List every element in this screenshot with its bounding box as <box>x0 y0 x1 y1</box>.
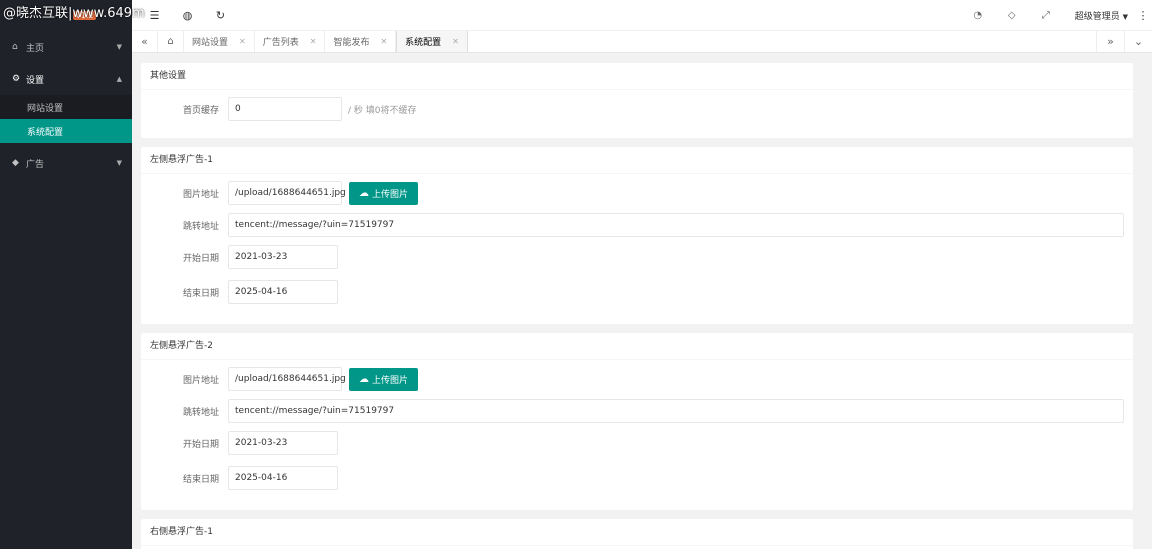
field-label: 结束日期 <box>182 474 219 485</box>
input-value: /upload/1688644651.jpg <box>235 188 346 198</box>
sidebar-item-label: 设置 <box>26 75 45 86</box>
fullscreen-icon[interactable]: ⤢ <box>1029 10 1063 21</box>
sidebar-item-site-settings[interactable]: 网站设置 <box>0 95 132 119</box>
theme-icon[interactable]: ◔ <box>961 10 995 21</box>
sidebar-item-label: 主页 <box>26 43 45 54</box>
sidebar-item-label: 广告 <box>26 159 45 170</box>
link-url-input[interactable]: tencent://message/?uin=71519797 <box>228 399 1124 423</box>
sidebar-item-system-config[interactable]: 系统配置 <box>0 119 132 143</box>
tab-ad-list[interactable]: 广告列表 ✕ <box>255 31 326 52</box>
user-menu[interactable]: 超级管理员 ▼ <box>1063 9 1134 22</box>
chevron-up-icon: ▲ <box>116 75 122 83</box>
tab-label: 系统配置 <box>405 38 442 48</box>
chevron-down-icon: ▼ <box>116 159 122 167</box>
field-label: 首页缓存 <box>182 105 219 116</box>
close-icon[interactable]: ✕ <box>239 37 246 46</box>
field-label: 跳转地址 <box>182 221 219 232</box>
start-date-input[interactable]: 2021-03-23 <box>228 431 338 455</box>
home-icon: ⌂ <box>12 42 18 52</box>
sidebar: ____________ v1.2 ⌂ 主页 ▼ ⚙ 设置 ▲ 网站设置 系统配… <box>0 0 132 549</box>
field-label: 图片地址 <box>182 189 219 200</box>
card-title: 右侧悬浮广告-1 <box>141 519 1133 546</box>
upload-image-button[interactable]: ☁ 上传图片 <box>349 367 419 391</box>
field-label: 跳转地址 <box>182 407 219 418</box>
tabs-scroll-left-icon[interactable]: « <box>132 31 158 52</box>
field-label: 开始日期 <box>182 253 219 264</box>
main-content: 其他设置 首页缓存 0 / 秒 填0将不缓存 左侧悬浮广告-1 图片地址 /up… <box>132 54 1152 549</box>
gear-icon: ⚙ <box>12 74 21 84</box>
caret-down-icon: ▼ <box>1122 12 1128 21</box>
other-settings-card: 其他设置 首页缓存 0 / 秒 填0将不缓存 <box>141 63 1133 138</box>
settings-submenu: 网站设置 系统配置 <box>0 95 132 143</box>
end-date-input[interactable]: 2025-04-16 <box>228 466 338 490</box>
sidebar-item-settings[interactable]: ⚙ 设置 ▲ <box>0 63 132 95</box>
tab-bar: « ⌂ 网站设置 ✕ 广告列表 ✕ 智能发布 ✕ 系统配置 ✕ » ⌄ <box>132 31 1152 53</box>
diamond-icon: ◆ <box>12 158 19 168</box>
image-url-input[interactable]: /upload/1688644651.jpg <box>228 367 346 391</box>
cache-hint: / 秒 填0将不缓存 <box>348 105 417 116</box>
tab-label: 广告列表 <box>262 38 299 48</box>
tabs-scroll-right-icon[interactable]: » <box>1096 31 1124 52</box>
close-icon[interactable]: ✕ <box>380 37 387 46</box>
input-value: tencent://message/?uin=71519797 <box>235 220 395 230</box>
input-value: /upload/1688644651.jpg <box>235 374 346 384</box>
close-icon[interactable]: ✕ <box>452 37 459 46</box>
tab-label: 智能发布 <box>333 38 370 48</box>
homepage-cache-input[interactable]: 0 <box>228 97 342 121</box>
upload-image-button[interactable]: ☁ 上传图片 <box>349 181 419 205</box>
button-label: 上传图片 <box>372 375 409 386</box>
left-ad-1-card: 左侧悬浮广告-1 图片地址 /upload/1688644651.jpg ☁ 上传… <box>141 147 1133 324</box>
field-label: 开始日期 <box>182 439 219 450</box>
card-title: 左侧悬浮广告-2 <box>141 333 1133 360</box>
right-ad-1-card: 右侧悬浮广告-1 <box>141 519 1133 549</box>
sidebar-item-home[interactable]: ⌂ 主页 ▼ <box>0 31 132 63</box>
more-icon[interactable]: ⋮ <box>1134 9 1152 22</box>
globe-icon[interactable]: ◍ <box>171 9 204 22</box>
card-title: 其他设置 <box>141 63 1133 90</box>
chevron-down-icon: ▼ <box>116 43 122 51</box>
input-value: 2021-03-23 <box>235 252 288 262</box>
close-icon[interactable]: ✕ <box>310 37 317 46</box>
link-url-input[interactable]: tencent://message/?uin=71519797 <box>228 213 1124 237</box>
input-value: 0 <box>235 104 241 114</box>
tab-site-settings[interactable]: 网站设置 ✕ <box>184 31 255 52</box>
tag-icon[interactable]: ◇ <box>995 10 1029 21</box>
start-date-input[interactable]: 2021-03-23 <box>228 245 338 269</box>
input-value: tencent://message/?uin=71519797 <box>235 406 395 416</box>
watermark: @晓杰互联|www.649m <box>3 6 145 21</box>
cloud-upload-icon: ☁ <box>359 373 369 385</box>
input-value: 2025-04-16 <box>235 287 288 297</box>
left-ad-2-card: 左侧悬浮广告-2 图片地址 /upload/1688644651.jpg ☁ 上传… <box>141 333 1133 510</box>
top-header: ☰ ◍ ↻ ◔ ◇ ⤢ 超级管理员 ▼ ⋮ <box>132 0 1152 31</box>
input-value: 2021-03-23 <box>235 438 288 448</box>
end-date-input[interactable]: 2025-04-16 <box>228 280 338 304</box>
refresh-icon[interactable]: ↻ <box>204 9 237 22</box>
tab-home-icon[interactable]: ⌂ <box>158 31 184 52</box>
input-value: 2025-04-16 <box>235 473 288 483</box>
button-label: 上传图片 <box>372 189 409 200</box>
image-url-input[interactable]: /upload/1688644651.jpg <box>228 181 346 205</box>
tab-smart-publish[interactable]: 智能发布 ✕ <box>325 31 397 52</box>
card-title: 左侧悬浮广告-1 <box>141 147 1133 174</box>
tab-label: 网站设置 <box>192 38 229 48</box>
cloud-upload-icon: ☁ <box>359 187 369 199</box>
sidebar-item-ads[interactable]: ◆ 广告 ▼ <box>0 147 132 179</box>
tabs-dropdown-icon[interactable]: ⌄ <box>1124 31 1152 52</box>
tab-system-config[interactable]: 系统配置 ✕ <box>396 31 468 52</box>
field-label: 图片地址 <box>182 375 219 386</box>
field-label: 结束日期 <box>182 288 219 299</box>
user-name: 超级管理员 <box>1074 11 1120 22</box>
